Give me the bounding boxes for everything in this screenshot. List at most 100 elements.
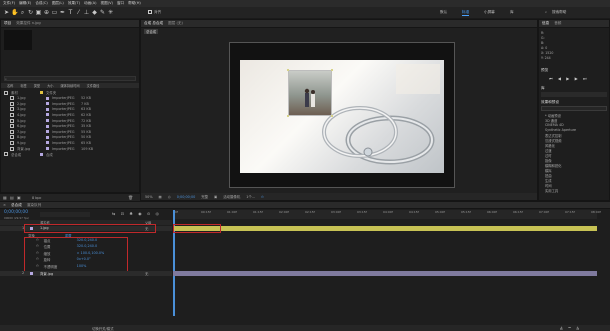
pan-behind-icon[interactable]: ⊕ — [43, 9, 50, 16]
effects-category[interactable]: 实用工具 — [545, 188, 558, 193]
tab-info[interactable]: 信息 — [542, 21, 549, 26]
project-column-5[interactable]: 文件路径 — [87, 83, 100, 88]
project-column-2[interactable]: 类型 — [34, 83, 40, 88]
menu-item[interactable]: 编辑(E) — [19, 1, 31, 6]
label-swatch[interactable] — [46, 141, 49, 145]
tab-composition[interactable]: 合成 总合成 — [144, 21, 163, 26]
library-dropdown[interactable] — [541, 92, 607, 97]
timeline-switch-icons[interactable]: ⇆ ⊡ ♣ ◉ ⊙ ◎ — [112, 211, 161, 216]
effects-search-input[interactable] — [541, 106, 607, 111]
zoom-dropdown[interactable]: 50% — [145, 195, 153, 199]
layer-name[interactable]: 背景.jpg — [40, 271, 53, 276]
list-item[interactable]: 1.jpg ImporterJPEG 52 KB — [10, 96, 91, 101]
timeline-timecode[interactable]: 0;00;00;00 — [4, 210, 28, 215]
label-swatch[interactable] — [40, 152, 43, 156]
label-swatch[interactable] — [46, 102, 49, 106]
layer-handle[interactable] — [331, 69, 333, 71]
label-swatch[interactable] — [46, 107, 49, 111]
list-item[interactable]: 7.jpg ImporterJPEG 55 KB — [10, 129, 91, 134]
bit-depth-label[interactable]: 8 bpc — [32, 196, 41, 200]
project-column-4[interactable]: 媒体持续时间 — [61, 83, 80, 88]
label-swatch[interactable] — [46, 113, 49, 117]
layer-handle[interactable] — [287, 69, 289, 71]
type-tool-icon[interactable]: T — [67, 9, 74, 16]
label-swatch[interactable] — [46, 130, 49, 134]
list-item[interactable]: 4.jpg ImporterJPEG 62 KB — [10, 112, 91, 117]
roto-brush-icon[interactable]: ✎ — [99, 9, 106, 16]
list-item[interactable]: 6.jpg ImporterJPEG 35 KB — [10, 124, 91, 129]
menu-item[interactable]: 图层(L) — [52, 1, 64, 6]
zoom-slider-icons[interactable]: ◭ ━ ◮ — [560, 325, 581, 330]
layer-1-duration-bar[interactable] — [173, 226, 597, 231]
snap-checkbox[interactable] — [148, 10, 152, 14]
tab-effect-controls[interactable]: 效果控件 n.jpg — [16, 21, 41, 26]
tab-layer[interactable]: 图层 (无) — [168, 21, 183, 26]
list-item[interactable]: 5.jpg ImporterJPEG 72 KB — [10, 118, 91, 123]
label-swatch[interactable] — [46, 147, 49, 150]
label-swatch[interactable] — [46, 135, 49, 139]
label-swatch[interactable] — [46, 119, 49, 122]
list-item[interactable]: 3.jpg ImporterJPEG 63 KB — [10, 107, 91, 112]
resolution-dropdown[interactable]: 完整 — [201, 194, 208, 199]
views-dropdown[interactable]: 1个... — [246, 194, 255, 199]
list-item[interactable]: 背景.jpg ImporterJPEG 109 KB — [10, 146, 93, 151]
tab-render-queue[interactable]: 渲染队列 — [27, 203, 41, 208]
list-item[interactable]: 8.jpg ImporterJPEG 50 KB — [10, 135, 91, 140]
menu-item[interactable]: 效果(T) — [68, 1, 80, 6]
playback-controls[interactable]: ⏮ ◀ ▶ ▶ ⏭ — [549, 76, 589, 81]
list-item[interactable]: 9.jpg ImporterJPEG 65 KB — [10, 140, 91, 145]
zoom-tool-icon[interactable]: ⌕ — [19, 9, 26, 16]
workspace-small-screen[interactable]: 小屏幕 — [484, 10, 495, 15]
clone-stamp-icon[interactable]: ⊥ — [83, 9, 90, 16]
label-swatch[interactable] — [46, 124, 49, 128]
list-item[interactable]: 素材 文件夹 — [4, 90, 75, 95]
close-icon[interactable]: × — [3, 203, 6, 207]
camera-snapshot-icon[interactable]: ◎ — [168, 195, 171, 199]
project-column-1[interactable]: 标签 — [20, 83, 26, 88]
menu-item[interactable]: 帮助(H) — [128, 1, 141, 6]
timeline-search-input[interactable] — [40, 212, 90, 217]
menu-item[interactable]: 文件(F) — [3, 1, 15, 6]
puppet-tool-icon[interactable]: ✳ — [107, 9, 114, 16]
tab-project[interactable]: 项目 — [4, 21, 11, 26]
tab-audio[interactable]: 音频 — [554, 21, 561, 26]
list-item[interactable]: 总合成 合成 — [4, 152, 75, 157]
time-ruler[interactable]: 0f 00:15f 01:00f 01:15f 02:00f 02:15f 03:00f 03… — [173, 210, 601, 219]
layer-parent[interactable]: 无 — [145, 271, 148, 276]
breadcrumb[interactable]: 总合成 — [144, 29, 159, 34]
layer-photo-1[interactable] — [288, 70, 332, 116]
label-swatch[interactable] — [46, 96, 49, 100]
list-item[interactable]: 2.jpg ImporterJPEG 7 KB — [10, 101, 89, 106]
trash-icon[interactable]: 🗑 — [128, 195, 133, 200]
menu-item[interactable]: 动画(A) — [84, 1, 96, 6]
workspace-library[interactable]: 库 — [510, 10, 514, 15]
effects-category[interactable]: CINEMA 4D — [545, 123, 564, 127]
project-column-0[interactable]: 名称 — [7, 83, 13, 88]
layer-2-duration-bar[interactable] — [173, 271, 597, 276]
project-search-input[interactable] — [4, 76, 136, 81]
camera-tool-icon[interactable]: ▣ — [35, 9, 42, 16]
camera-dropdown[interactable]: 活动摄像机 — [223, 194, 240, 199]
search-help-label[interactable]: 搜索帮助 — [552, 10, 566, 15]
workspace-standard[interactable]: 标准 — [462, 10, 470, 16]
tab-timeline-comp[interactable]: 总合成 — [11, 203, 22, 208]
menu-item[interactable]: 窗口 — [117, 1, 124, 6]
toggle-switches-modes[interactable]: 切换开关/模式 — [92, 326, 114, 331]
grid-icon[interactable]: ▦ — [159, 195, 162, 199]
rectangle-tool-icon[interactable]: ▭ — [51, 9, 58, 16]
brush-tool-icon[interactable]: ⁄ — [75, 9, 82, 16]
hand-tool-icon[interactable]: ✋ — [11, 9, 18, 16]
new-composition-icon[interactable]: ▣ — [17, 195, 21, 200]
comp-canvas[interactable] — [229, 42, 455, 188]
layer-label-color[interactable] — [30, 272, 33, 275]
rotate-tool-icon[interactable]: ↻ — [27, 9, 34, 16]
menu-item[interactable]: 合成(C) — [35, 1, 48, 6]
layer-row-2[interactable]: 2 背景.jpg 无 — [0, 271, 172, 276]
workspace-default[interactable]: 默认 — [440, 10, 447, 15]
pen-tool-icon[interactable]: ✒ — [59, 9, 66, 16]
menu-item[interactable]: 视图(V) — [100, 1, 112, 6]
effects-category[interactable]: Synthetic Aperture — [545, 128, 576, 132]
eraser-tool-icon[interactable]: ◆ — [91, 9, 98, 16]
search-icon[interactable]: ⌕ — [545, 10, 547, 14]
label-swatch[interactable] — [40, 91, 43, 94]
